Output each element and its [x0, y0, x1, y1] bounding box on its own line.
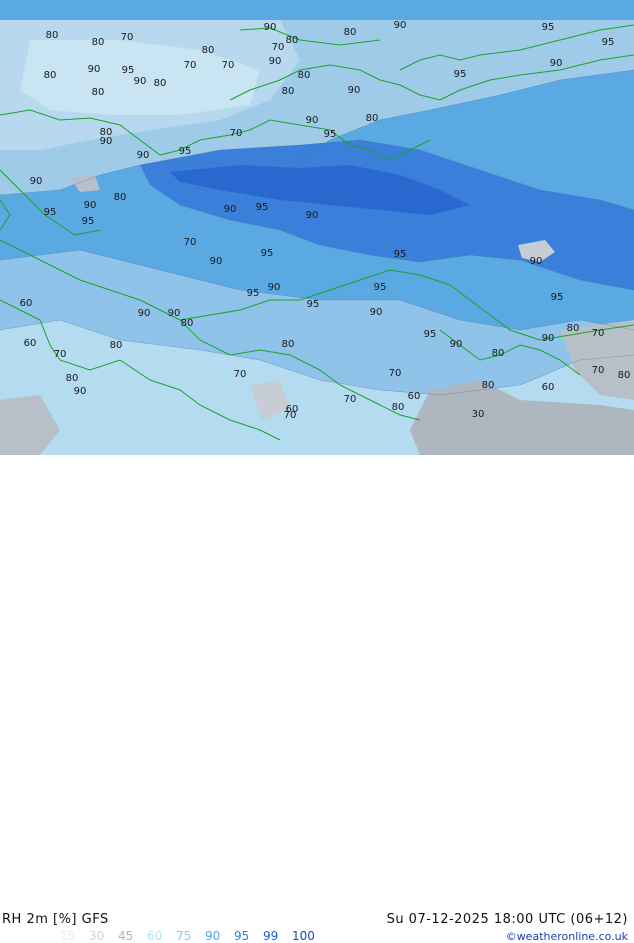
contour-label: 80	[114, 192, 127, 203]
contour-label: 70	[389, 368, 402, 379]
contour-label: 80	[92, 37, 105, 48]
contour-label: 70	[54, 349, 67, 360]
rh-map: 8080 70908090 959580708095908090 95 708070 90…	[0, 0, 634, 455]
contour-label: 90	[168, 308, 181, 319]
contour-label: 70	[222, 60, 235, 71]
contour-label: 95	[602, 37, 615, 48]
contour-label: 95	[542, 22, 555, 33]
contour-label: 80	[298, 70, 311, 81]
contour-label: 80	[282, 86, 295, 97]
contour-label: 90	[30, 176, 43, 187]
contour-label: 70	[284, 410, 297, 421]
contour-label: 80	[154, 78, 167, 89]
contour-label: 95	[122, 65, 135, 76]
contour-label: 90	[394, 20, 407, 31]
contour-label: 60	[24, 338, 37, 349]
contour-label: 80	[282, 339, 295, 350]
contour-label: 70	[121, 32, 134, 43]
map-title: RH 2m [%] GFS	[2, 912, 109, 927]
contour-label: 80	[100, 127, 113, 138]
contour-label: 70	[234, 369, 247, 380]
contour-label: 90	[74, 386, 87, 397]
contour-label: 70	[592, 328, 605, 339]
contour-label: 70	[344, 394, 357, 405]
contour-label: 95	[261, 248, 274, 259]
contour-label: 95	[551, 292, 564, 303]
scale-value: 75	[176, 929, 192, 943]
credit-link[interactable]: ©weatheronline.co.uk	[506, 930, 628, 943]
contour-label: 80	[110, 340, 123, 351]
contour-label: 95	[256, 202, 269, 213]
contour-label: 90	[264, 22, 277, 33]
contour-label: 90	[269, 56, 282, 67]
contour-label: 90	[530, 256, 543, 267]
legend-bar: RH 2m [%] GFS Su 07-12-2025 18:00 UTC (0…	[0, 455, 634, 943]
contour-label: 80	[46, 30, 59, 41]
contour-label: 70	[184, 60, 197, 71]
contour-label: 95	[324, 129, 337, 140]
contour-label: 80	[618, 370, 631, 381]
contour-label: 70	[272, 42, 285, 53]
scale-value: 60	[147, 929, 163, 943]
contour-label: 95	[44, 207, 57, 218]
contour-label: 80	[202, 45, 215, 56]
contour-label: 95	[82, 216, 95, 227]
contour-label: 90	[134, 76, 147, 87]
contour-label: 95	[179, 146, 192, 157]
contour-label: 90	[542, 333, 555, 344]
contour-label: 80	[92, 87, 105, 98]
contour-label: 70	[592, 365, 605, 376]
contour-label: 60	[542, 382, 555, 393]
scale-value: 90	[205, 929, 221, 943]
contour-label: 80	[181, 318, 194, 329]
contour-label: 70	[184, 237, 197, 248]
contour-label: 80	[567, 323, 580, 334]
contour-label: 95	[424, 329, 437, 340]
contour-label: 80	[482, 380, 495, 391]
contour-label: 90	[370, 307, 383, 318]
contour-label: 80	[366, 113, 379, 124]
contour-label: 90	[268, 282, 281, 293]
contour-label: 90	[450, 339, 463, 350]
contour-label: 60	[408, 391, 421, 402]
valid-time: Su 07-12-2025 18:00 UTC (06+12)	[386, 912, 628, 927]
scale-value: 15	[60, 929, 76, 943]
contour-label: 80	[392, 402, 405, 413]
contour-label: 95	[394, 249, 407, 260]
contour-label: 80	[344, 27, 357, 38]
contour-label: 90	[210, 256, 223, 267]
contour-label: 95	[454, 69, 467, 80]
scale-value: 95	[234, 929, 250, 943]
contour-label: 80	[44, 70, 57, 81]
contour-label: 90	[137, 150, 150, 161]
scale-value: 100	[292, 929, 315, 943]
contour-label: 95	[247, 288, 260, 299]
contour-label: 80	[286, 35, 299, 46]
contour-label: 90	[84, 200, 97, 211]
contour-label: 80	[492, 348, 505, 359]
contour-label: 95	[307, 299, 320, 310]
contour-label: 90	[88, 64, 101, 75]
scale-value: 99	[263, 929, 279, 943]
scale-value: 30	[89, 929, 105, 943]
contour-label: 90	[306, 115, 319, 126]
contour-label: 90	[138, 308, 151, 319]
contour-label: 60	[20, 298, 33, 309]
contour-label: 90	[306, 210, 319, 221]
contour-label: 70	[230, 128, 243, 139]
contour-label: 95	[374, 282, 387, 293]
contour-label: 90	[348, 85, 361, 96]
contour-label: 90	[224, 204, 237, 215]
contour-label: 90	[550, 58, 563, 69]
scale-value: 45	[118, 929, 134, 943]
contour-label: 80	[66, 373, 79, 384]
color-scale: 15 30 45 60 75 90 95 99 100	[60, 929, 321, 943]
contour-label: 30	[472, 409, 485, 420]
